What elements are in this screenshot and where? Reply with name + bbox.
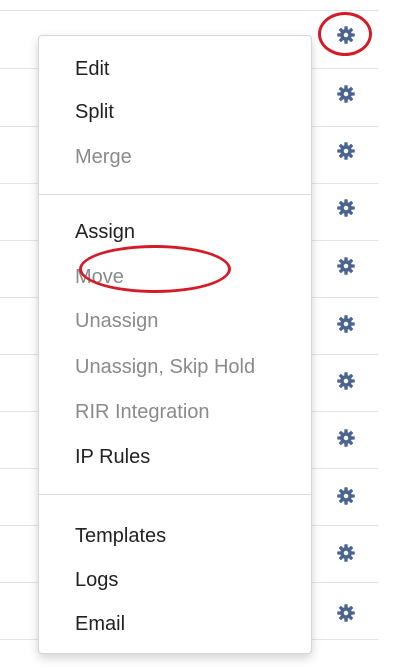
gear-icon <box>336 198 356 223</box>
gear-icon <box>336 256 356 281</box>
menu-item-edit[interactable]: Edit <box>39 51 311 87</box>
row-actions-button[interactable] <box>334 314 358 338</box>
gear-icon <box>336 84 356 109</box>
gear-icon <box>336 603 356 628</box>
row-actions-button[interactable] <box>334 428 358 452</box>
menu-item-email[interactable]: Email <box>39 606 311 642</box>
gear-icon <box>336 543 356 568</box>
menu-divider <box>39 194 311 195</box>
gear-icon <box>336 428 356 453</box>
row-actions-button[interactable] <box>334 84 358 108</box>
menu-item-unassign: Unassign <box>75 309 159 332</box>
gear-icon <box>336 371 356 396</box>
gear-icon <box>336 486 356 511</box>
row-actions-button[interactable] <box>334 25 358 49</box>
actions-dropdown-menu: Edit Split Merge Assign Move Unassign Unassign… <box>38 35 312 654</box>
gear-icon <box>336 25 356 50</box>
menu-item-split[interactable]: Split <box>39 94 311 130</box>
gear-icon <box>336 141 356 166</box>
menu-item-templates[interactable]: Templates <box>39 518 311 554</box>
row-actions-button[interactable] <box>334 198 358 222</box>
menu-item-merge: Merge <box>75 145 132 168</box>
row-divider <box>0 10 378 11</box>
row-actions-button[interactable] <box>334 256 358 280</box>
menu-item-move: Move <box>75 265 124 288</box>
menu-item-rir-integration: RIR Integration <box>75 400 210 423</box>
gear-icon <box>336 314 356 339</box>
row-actions-button[interactable] <box>334 141 358 165</box>
menu-item-assign[interactable]: Assign <box>39 214 311 250</box>
row-actions-button[interactable] <box>334 371 358 395</box>
row-actions-button[interactable] <box>334 543 358 567</box>
menu-divider <box>39 494 311 495</box>
menu-item-logs[interactable]: Logs <box>39 562 311 598</box>
menu-item-ip-rules[interactable]: IP Rules <box>39 439 311 475</box>
row-actions-button[interactable] <box>334 603 358 627</box>
menu-item-unassign-skip-hold: Unassign, Skip Hold <box>75 355 256 378</box>
row-actions-button[interactable] <box>334 486 358 510</box>
